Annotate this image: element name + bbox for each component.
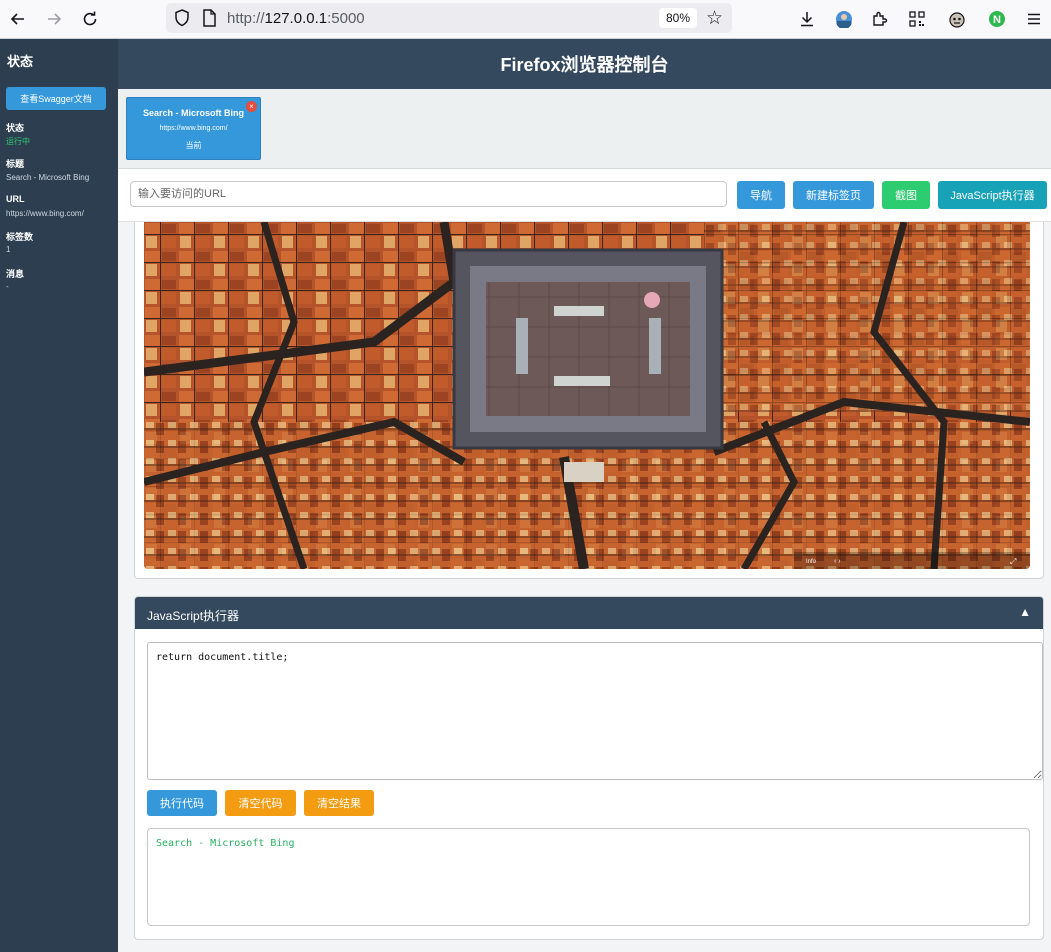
title-value: Search - Microsoft Bing [6,173,90,182]
download-icon[interactable] [795,7,819,31]
tab-count-label: 标签数 [6,232,34,242]
message-label: 消息 [6,269,25,279]
js-executor-panel: JavaScript执行器 ▲ return document.title; 执… [134,596,1044,940]
browser-tab-card[interactable]: Search - Microsoft Bing https://www.bing… [126,97,261,160]
address-bar[interactable]: http://127.0.0.1:5000 80% ☆ [166,3,732,33]
navigate-button[interactable]: 导航 [737,181,785,209]
svg-text:⤢: ⤢ [1009,557,1016,566]
extension-n-icon[interactable]: N [985,7,1009,31]
js-executor-button[interactable]: JavaScript执行器 [938,181,1047,209]
menu-hamburger-icon[interactable] [1022,7,1046,31]
aerial-city-photo: Info ‹ › ⤢ [144,222,1030,569]
extensions-puzzle-icon[interactable] [868,7,892,31]
sidebar-title: 状态 [7,54,34,69]
zoom-level-badge[interactable]: 80% [659,8,698,28]
page-icon[interactable] [202,9,216,32]
js-panel-header[interactable]: JavaScript执行器 ▲ [135,597,1043,629]
account-avatar-icon[interactable] [832,7,856,31]
extension-face-icon[interactable] [945,7,969,31]
tab-title: Search - Microsoft Bing [142,108,244,118]
url-label: URL [6,194,25,204]
message-value: - [6,282,9,291]
forward-arrow-icon[interactable] [42,7,66,31]
sidebar: 状态 查看Swagger文档 状态 运行中 标题 Search - Micros… [0,39,118,952]
screenshot-button[interactable]: 截图 [882,181,930,209]
new-tab-button[interactable]: 新建标签页 [793,181,874,209]
js-result-output: Search - Microsoft Bing [147,828,1030,926]
url-text[interactable]: http://127.0.0.1:5000 [227,10,365,27]
shield-icon[interactable] [174,9,190,32]
screenshot-image: Info ‹ › ⤢ [144,222,1030,569]
qr-code-icon[interactable] [905,7,929,31]
page-header: Firefox浏览器控制台 [118,39,1051,89]
title-label: 标题 [6,159,25,169]
status-label: 状态 [6,123,25,133]
tabs-area: Search - Microsoft Bing https://www.bing… [118,89,1051,169]
swagger-docs-button[interactable]: 查看Swagger文档 [6,87,106,110]
url-input[interactable] [130,181,727,207]
clear-code-button[interactable]: 清空代码 [225,790,296,816]
clear-result-button[interactable]: 清空结果 [304,790,374,816]
control-bar: 导航 新建标签页 截图 JavaScript执行器 [118,169,1051,222]
close-tab-icon[interactable]: × [246,101,257,112]
page-title: Firefox浏览器控制台 [500,55,669,75]
tab-count-value: 1 [6,245,11,254]
tab-current-label: 当前 [185,141,202,150]
screenshot-panel: Info ‹ › ⤢ [134,222,1044,579]
image-info-label[interactable]: Info [806,559,817,565]
browser-toolbar: http://127.0.0.1:5000 80% ☆ N [0,0,1051,39]
bookmark-star-icon[interactable]: ☆ [706,7,723,30]
url-value: https://www.bing.com/ [6,209,84,218]
collapse-toggle-icon[interactable]: ▲ [1019,605,1031,619]
status-value: 运行中 [6,137,30,146]
svg-text:‹ ›: ‹ › [834,558,841,565]
back-arrow-icon[interactable] [6,7,30,31]
reload-icon[interactable] [78,7,102,31]
js-code-editor[interactable]: return document.title; [147,642,1043,780]
svg-text:N: N [993,14,1001,26]
js-panel-title: JavaScript执行器 [147,609,240,623]
tab-url: https://www.bing.com/ [159,125,228,132]
run-code-button[interactable]: 执行代码 [147,790,217,816]
